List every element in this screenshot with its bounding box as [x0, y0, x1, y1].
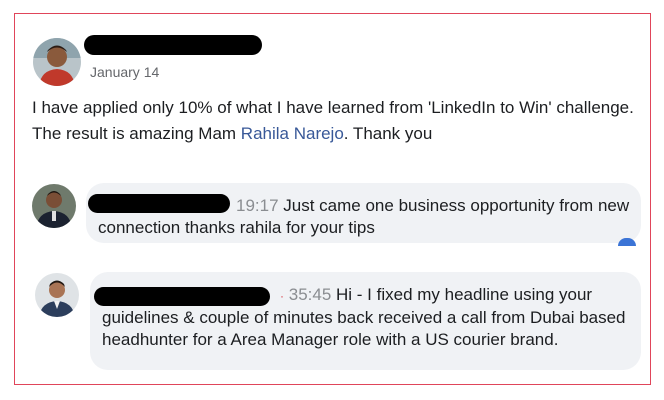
mention-link[interactable]: Rahila Narejo [241, 124, 344, 143]
avatar-photo-icon [33, 38, 81, 86]
post-text-after: . Thank you [343, 124, 433, 143]
post-author-avatar[interactable] [33, 38, 81, 86]
comment-avatar[interactable] [32, 184, 76, 228]
comment-bubble: · 35:45 Hi - I fixed my headline using y… [90, 272, 641, 370]
redacted-commenter-name [88, 194, 230, 213]
comment-time[interactable]: 19:17 [236, 196, 279, 215]
redacted-author-name [84, 35, 262, 55]
post-date[interactable]: January 14 [90, 64, 159, 80]
post-body: I have applied only 10% of what I have l… [32, 95, 642, 147]
avatar-photo-icon [32, 184, 76, 228]
reaction-icon[interactable] [618, 238, 636, 246]
separator-dot: · [280, 289, 284, 303]
avatar-photo-icon [35, 273, 79, 317]
redacted-commenter-name [94, 287, 270, 306]
comment-time[interactable]: 35:45 [289, 285, 332, 304]
comment-avatar[interactable] [35, 273, 79, 317]
comment-bubble: 19:17 Just came one business opportunity… [86, 183, 641, 243]
